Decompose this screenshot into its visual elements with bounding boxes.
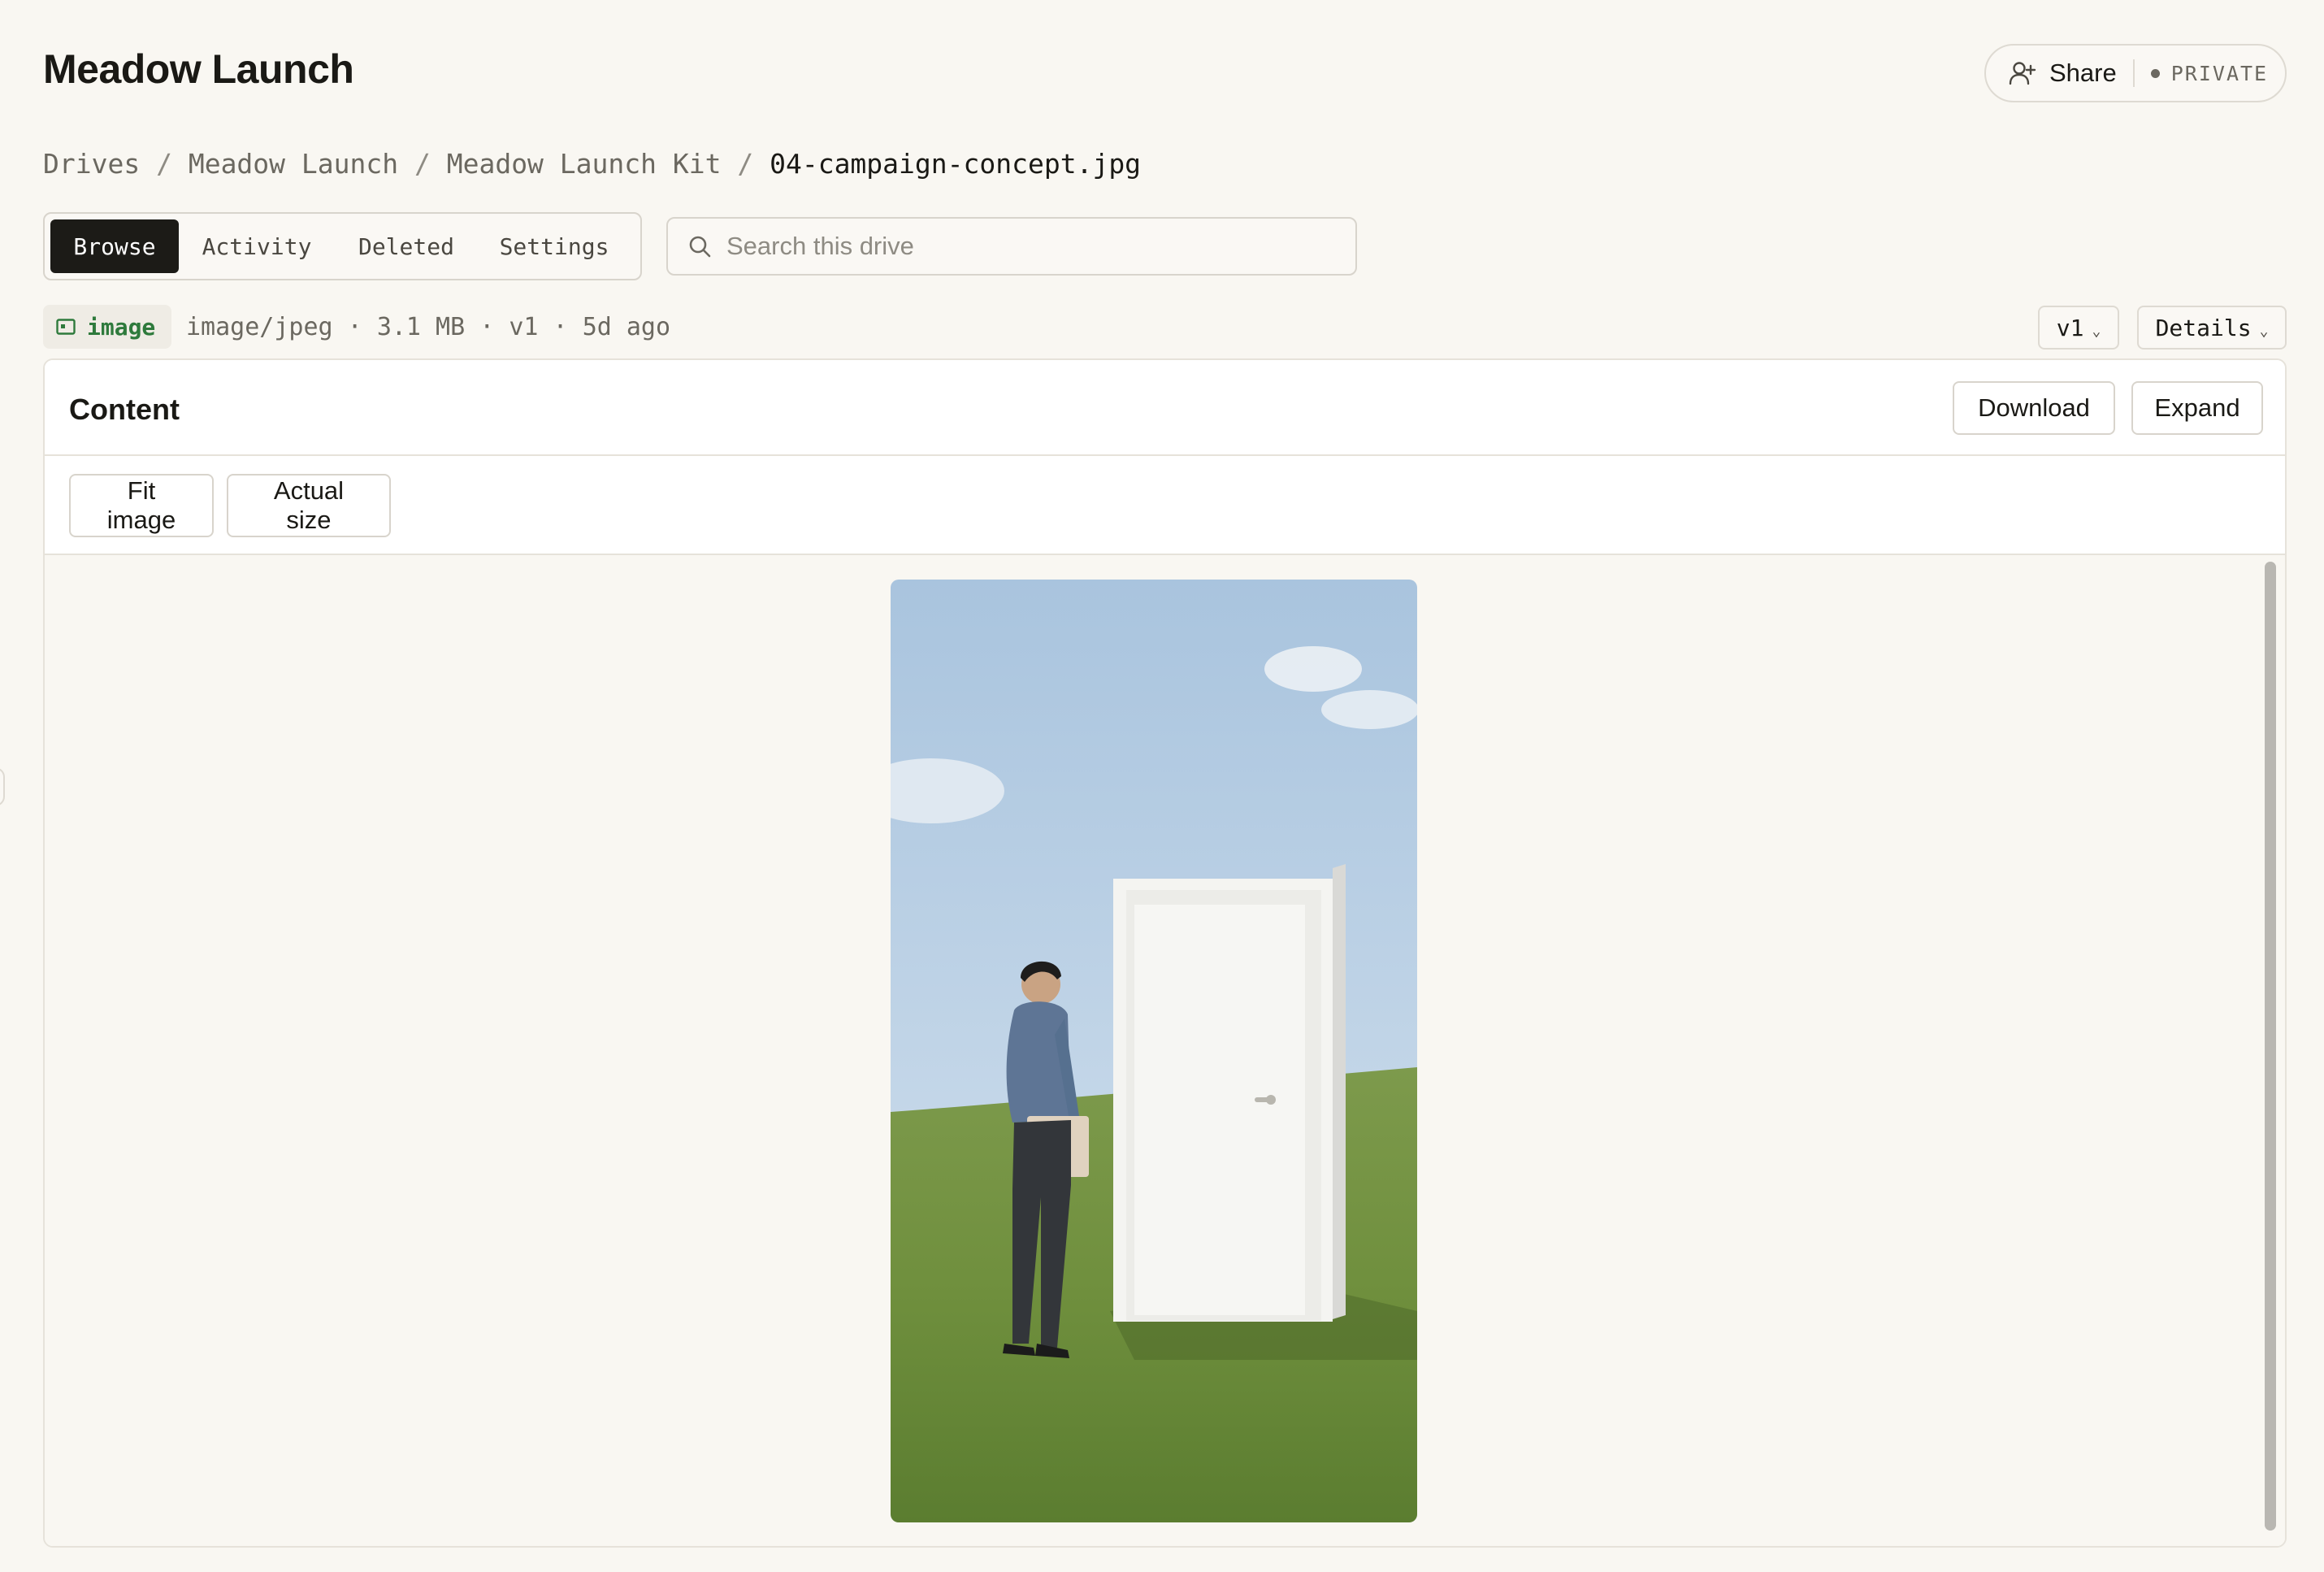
chevron-down-icon: ⌄ xyxy=(2092,322,2101,340)
tab-bar: Browse Activity Deleted Settings xyxy=(43,212,642,280)
download-button[interactable]: Download xyxy=(1953,381,2115,435)
privacy-badge: PRIVATE xyxy=(2135,62,2268,85)
content-panel-header: Content Download Expand xyxy=(45,360,2285,456)
breadcrumb-separator: / xyxy=(140,148,189,180)
file-meta: image/jpeg · 3.1 MB · v1 · 5d ago xyxy=(186,313,670,341)
version-select-value: v1 xyxy=(2056,314,2084,341)
file-type-badge: image xyxy=(43,305,172,349)
sidebar-collapse-handle[interactable] xyxy=(0,767,5,806)
breadcrumb-item-meadow-launch[interactable]: Meadow Launch xyxy=(189,148,398,180)
file-type-label: image xyxy=(87,313,156,341)
scrollbar-track[interactable] xyxy=(2261,557,2279,1532)
user-plus-icon xyxy=(2009,62,2036,85)
file-age: 5d ago xyxy=(582,313,671,341)
search-icon xyxy=(689,236,711,258)
share-button[interactable]: Share xyxy=(1986,46,2133,101)
share-label: Share xyxy=(2049,59,2117,87)
breadcrumb-item-drives[interactable]: Drives xyxy=(43,148,140,180)
breadcrumb-item-launch-kit[interactable]: Meadow Launch Kit xyxy=(447,148,722,180)
details-select[interactable]: Details ⌄ xyxy=(2137,306,2287,350)
breadcrumb-separator: / xyxy=(398,148,447,180)
tab-browse[interactable]: Browse xyxy=(50,219,179,273)
door-shape xyxy=(1113,864,1346,1322)
version-select[interactable]: v1 ⌄ xyxy=(2038,306,2119,350)
actual-size-button[interactable]: Actual size xyxy=(227,474,391,537)
expand-button[interactable]: Expand xyxy=(2131,381,2263,435)
image-viewer xyxy=(45,555,2285,1546)
tab-deleted[interactable]: Deleted xyxy=(335,219,478,273)
privacy-dot-icon xyxy=(2150,68,2160,78)
content-panel: Content Download Expand Fit image Actual… xyxy=(43,358,2287,1548)
breadcrumb-current-file: 04-campaign-concept.jpg xyxy=(770,148,1142,180)
content-title: Content xyxy=(69,393,180,426)
search-input[interactable] xyxy=(726,232,1344,261)
meta-separator: · xyxy=(538,313,583,341)
file-version: v1 xyxy=(509,313,539,341)
share-pill: Share PRIVATE xyxy=(1984,44,2287,102)
tab-activity[interactable]: Activity xyxy=(179,219,335,273)
image-toolbar: Fit image Actual size xyxy=(45,456,2285,555)
tab-settings[interactable]: Settings xyxy=(478,219,631,273)
preview-image xyxy=(891,580,1417,1522)
meta-separator: · xyxy=(332,313,377,341)
breadcrumb-separator: / xyxy=(721,148,770,180)
file-size: 3.1 MB xyxy=(376,313,466,341)
page-title: Meadow Launch xyxy=(43,46,354,92)
fit-image-button[interactable]: Fit image xyxy=(69,474,214,537)
breadcrumb: Drives / Meadow Launch / Meadow Launch K… xyxy=(43,148,1141,180)
image-icon xyxy=(56,319,76,335)
scrollbar-thumb[interactable] xyxy=(2265,562,2276,1531)
file-mime: image/jpeg xyxy=(186,313,333,341)
privacy-label: PRIVATE xyxy=(2170,61,2269,85)
meta-separator: · xyxy=(465,313,509,341)
chevron-down-icon: ⌄ xyxy=(2259,322,2269,340)
search-box[interactable] xyxy=(666,217,1357,276)
details-select-label: Details xyxy=(2155,314,2252,341)
